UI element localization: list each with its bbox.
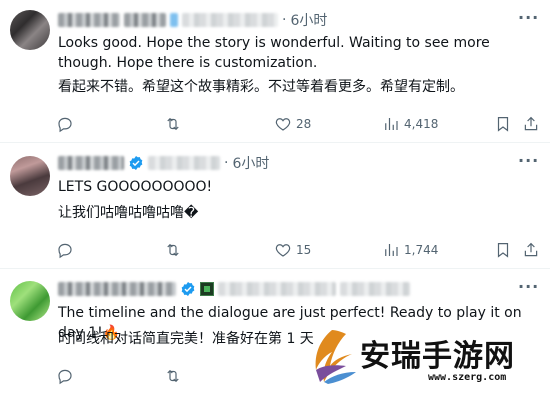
retweet-button[interactable]: [164, 241, 186, 259]
reply-button[interactable]: [56, 241, 78, 259]
like-count: 15: [296, 243, 312, 257]
tweet-text-zh: 看起来不错。希望这个故事精彩。不过等着看更多。希望有定制。: [58, 79, 464, 95]
action-bar: [50, 366, 540, 386]
like-button[interactable]: 28: [274, 115, 311, 133]
blurred-display-name[interactable]: [58, 13, 120, 27]
avatar[interactable]: [10, 10, 50, 50]
like-count: 28: [296, 117, 312, 131]
share-button[interactable]: [522, 115, 540, 133]
like-icon: [274, 115, 292, 133]
blurred-handle[interactable]: [182, 13, 278, 27]
tweet-text-zh: 时间线和对话简直完美！准备好在第 1 天: [58, 331, 314, 347]
blurred-display-name[interactable]: [124, 13, 166, 27]
retweet-button[interactable]: [164, 115, 186, 133]
verified-badge-icon: [181, 282, 195, 296]
like-icon: [274, 241, 292, 259]
retweet-button[interactable]: [164, 367, 186, 385]
more-icon[interactable]: ···: [518, 279, 538, 299]
tweet-text-en: Looks good. Hope the story is wonderful.…: [58, 35, 495, 71]
verified-badge-icon: [129, 156, 143, 170]
tweet-header: · 6小时: [58, 11, 327, 29]
bookmark-icon: [494, 115, 512, 133]
share-button[interactable]: [522, 241, 540, 259]
views-count: 1,744: [404, 243, 439, 257]
tweet[interactable]: · 6小时 ··· LETS GOOOOOOOOO! 让我们咕噜咕噜咕噜� 15…: [0, 143, 550, 269]
separator: ·: [224, 155, 229, 171]
share-icon: [522, 241, 540, 259]
blurred-handle[interactable]: [218, 282, 336, 296]
reply-button[interactable]: [56, 367, 78, 385]
tweet-text-zh: 让我们咕噜咕噜咕噜�: [58, 205, 199, 221]
bookmark-icon: [494, 241, 512, 259]
views-button[interactable]: 4,418: [382, 115, 438, 133]
avatar[interactable]: [10, 281, 50, 321]
reply-icon: [56, 241, 74, 259]
retweet-icon: [164, 241, 182, 259]
avatar[interactable]: [10, 156, 50, 196]
views-count: 4,418: [404, 117, 439, 131]
share-icon: [522, 115, 540, 133]
tweet-header: [58, 280, 410, 298]
reply-icon: [56, 115, 74, 133]
retweet-icon: [164, 115, 182, 133]
blurred-badge: [170, 13, 178, 27]
like-button[interactable]: 15: [274, 241, 311, 259]
separator: ·: [282, 12, 287, 28]
tweet-header: · 6小时: [58, 154, 269, 172]
bookmark-button[interactable]: [494, 115, 512, 133]
retweet-icon: [164, 367, 182, 385]
tweet-text-en: LETS GOOOOOOOOO!: [58, 179, 213, 195]
timestamp[interactable]: 6小时: [290, 10, 327, 30]
views-button[interactable]: 1,744: [382, 241, 438, 259]
timestamp[interactable]: 6小时: [232, 153, 269, 173]
tweet[interactable]: ··· The timeline and the dialogue are ju…: [0, 269, 550, 393]
action-bar: 28 4,418: [50, 114, 540, 134]
bookmark-button[interactable]: [494, 241, 512, 259]
reply-button[interactable]: [56, 115, 78, 133]
tweet[interactable]: · 6小时 ··· Looks good. Hope the story is …: [0, 0, 550, 143]
reply-icon: [56, 367, 74, 385]
more-icon[interactable]: ···: [518, 10, 538, 30]
blurred-display-name[interactable]: [58, 156, 124, 170]
more-icon[interactable]: ···: [518, 153, 538, 173]
blurred-display-name[interactable]: [58, 282, 176, 296]
blurred-handle[interactable]: [148, 156, 220, 170]
blurred-timestamp: [340, 282, 410, 296]
views-icon: [382, 115, 400, 133]
affiliate-badge-icon: [200, 282, 214, 296]
views-icon: [382, 241, 400, 259]
action-bar: 15 1,744: [50, 240, 540, 260]
